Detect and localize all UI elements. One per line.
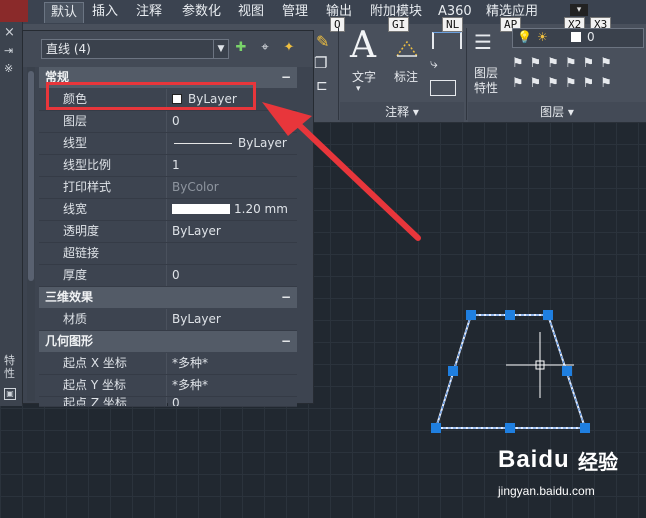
crosshair-cursor <box>506 332 574 398</box>
watermark-sub: 经验 <box>578 450 618 474</box>
watermark-url: jingyan.baidu.com <box>498 484 595 498</box>
watermark-brand: Baidu <box>498 446 570 473</box>
baidu-watermark: Baidu 经验 jingyan.baidu.com <box>498 444 642 514</box>
